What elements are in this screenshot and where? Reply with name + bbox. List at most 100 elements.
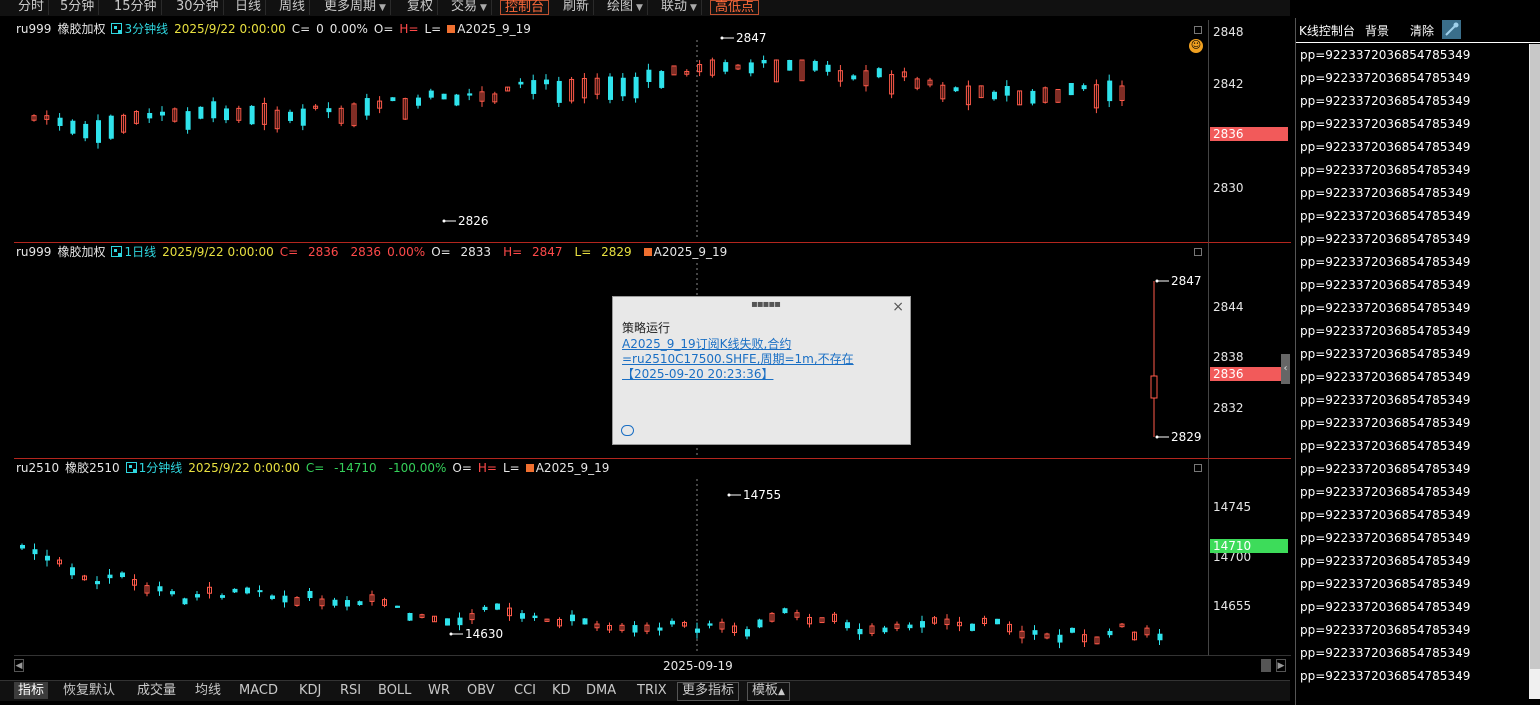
candle-down	[761, 60, 767, 64]
draw-dropdown[interactable]: 绘图 ▼	[603, 0, 648, 15]
more-periods-dropdown[interactable]: 更多周期 ▼	[320, 0, 391, 15]
change-value: 2836	[350, 245, 382, 259]
change-pct: -100.00%	[388, 461, 447, 475]
close-value: 0	[316, 22, 324, 36]
indicator-macd[interactable]: MACD	[235, 682, 282, 699]
clear-button[interactable]: 清除	[1410, 22, 1434, 39]
link-dropdown[interactable]: 联动 ▼	[657, 0, 702, 15]
close-icon[interactable]: ×	[892, 299, 904, 315]
price-axis-p2: 2844 2838 2832 2836	[1208, 243, 1291, 459]
chart-panel-1min[interactable]: 14755 14630 ru2510 橡胶2510 1分钟线 2025/9/22 0:0…	[14, 459, 1208, 656]
indicator-ma[interactable]: 均线	[191, 682, 225, 699]
console-log-item: pp=9223372036854785349	[1300, 669, 1471, 683]
symbol-code: ru999	[16, 245, 52, 259]
strategy-marker-icon	[643, 248, 652, 256]
strategy-alert-popup[interactable]: ▪▪▪▪▪ × 策略运行 A2025_9_19订阅K线失败,合约=ru2510C…	[612, 296, 911, 445]
period-label[interactable]: 3分钟线	[124, 22, 168, 36]
indicator-wr[interactable]: WR	[424, 682, 454, 699]
axis-tick: 2830	[1213, 181, 1244, 195]
restore-default-button[interactable]: 恢复默认	[59, 682, 119, 699]
indicator-cci[interactable]: CCI	[510, 682, 540, 699]
period-label[interactable]: 1分钟线	[139, 461, 183, 475]
console-log-item: pp=9223372036854785349	[1300, 163, 1471, 177]
more-periods-label: 更多周期	[324, 0, 377, 14]
open-label: O=	[431, 245, 451, 259]
candle-down	[32, 549, 38, 555]
smiley-icon[interactable]: ☺	[1189, 39, 1203, 53]
console-scrollbar[interactable]	[1529, 44, 1540, 699]
close-label: C=	[291, 22, 311, 36]
candle-down	[307, 590, 313, 599]
panel-checkbox[interactable]	[1194, 464, 1202, 472]
scroll-thumb[interactable]	[1261, 659, 1271, 672]
adjust-button[interactable]: 复权	[403, 0, 439, 15]
scroll-right-icon[interactable]: ▶	[1276, 659, 1286, 672]
console-log-list[interactable]: pp=9223372036854785349 pp=922337203685478…	[1296, 44, 1528, 704]
candle-down	[108, 115, 114, 139]
candle-down	[457, 617, 463, 626]
panel-checkbox[interactable]	[1194, 248, 1202, 256]
annotation-dot	[449, 632, 453, 636]
refresh-button[interactable]: 刷新	[559, 0, 595, 15]
indicator-volume[interactable]: 成交量	[133, 682, 180, 699]
more-indicators-button[interactable]: 更多指标	[677, 682, 740, 701]
candle-down	[332, 599, 338, 606]
low-label: L=	[574, 245, 592, 259]
period-weekly-button[interactable]: 周线	[275, 0, 311, 15]
period-minute-button[interactable]: 分时	[14, 0, 50, 15]
chart-panel-daily[interactable]: 2847 2829 ru999 橡胶加权 1日线 2025/9/22 0:00:00 C=…	[14, 243, 1208, 459]
console-log-item: pp=9223372036854785349	[1300, 531, 1471, 545]
indicator-trix[interactable]: TRIX	[633, 682, 671, 699]
panel-checkbox[interactable]	[1194, 26, 1202, 34]
period-15min-button[interactable]: 15分钟	[110, 0, 162, 15]
annotation-dot	[1155, 435, 1159, 439]
popup-message-link[interactable]: A2025_9_19订阅K线失败,合约=ru2510C17500.SHFE,周期…	[622, 337, 902, 382]
candle-down	[224, 108, 229, 121]
drag-handle[interactable]: ▪▪▪▪▪	[751, 299, 781, 310]
grid-icon[interactable]	[111, 23, 123, 34]
symbol-name: 橡胶加权	[57, 245, 106, 259]
candle-down	[1030, 90, 1036, 104]
console-log-item: pp=9223372036854785349	[1300, 324, 1471, 338]
chat-icon[interactable]	[621, 425, 634, 436]
console-log-item: pp=9223372036854785349	[1300, 232, 1471, 246]
console-button[interactable]: 控制台	[500, 0, 550, 15]
background-button[interactable]: 背景	[1365, 22, 1389, 39]
candle-down	[723, 62, 729, 72]
period-30min-button[interactable]: 30分钟	[172, 0, 224, 15]
indicator-kd[interactable]: KD	[548, 682, 575, 699]
indicator-dma[interactable]: DMA	[582, 682, 620, 699]
open-label: O=	[373, 22, 394, 36]
symbol-code: ru999	[16, 22, 52, 36]
indicator-tab-main[interactable]: 指标	[14, 682, 49, 699]
trade-dropdown[interactable]: 交易 ▼	[447, 0, 492, 15]
period-label[interactable]: 1日线	[124, 245, 156, 259]
symbol-name: 橡胶加权	[57, 22, 106, 36]
indicator-kdj[interactable]: KDJ	[295, 682, 325, 699]
low-annotation: 2826	[458, 214, 489, 228]
high-value: H= 2847	[503, 245, 568, 259]
period-5min-button[interactable]: 5分钟	[56, 0, 100, 15]
grid-icon[interactable]	[111, 246, 123, 257]
console-log-item: pp=9223372036854785349	[1300, 209, 1471, 223]
candle-down	[20, 544, 25, 549]
period-daily-button[interactable]: 日线	[231, 0, 267, 15]
indicator-boll[interactable]: BOLL	[374, 682, 415, 699]
high-label: H=	[503, 245, 523, 259]
template-dropdown[interactable]: 模板▲	[747, 682, 790, 701]
candle-down	[1157, 633, 1163, 641]
collapse-panel-handle[interactable]: ‹	[1281, 354, 1290, 384]
indicator-obv[interactable]: OBV	[463, 682, 499, 699]
candle-down	[787, 60, 793, 71]
scroll-thumb[interactable]	[1530, 44, 1540, 669]
candle-down	[326, 108, 332, 113]
chart-panel-3min[interactable]: 2847 2826 ru999 橡胶加权 3分钟线 2025/9/22 0:00:00 C…	[14, 20, 1208, 243]
candle-down	[782, 608, 788, 614]
high-low-button[interactable]: 高低点	[710, 0, 760, 15]
pin-icon[interactable]	[1442, 20, 1461, 39]
dropdown-arrow-icon: ▼	[636, 3, 643, 13]
grid-icon[interactable]	[125, 462, 137, 473]
indicator-rsi[interactable]: RSI	[336, 682, 365, 699]
low-label: L=	[424, 22, 442, 36]
scroll-left-icon[interactable]: ◀	[14, 659, 24, 672]
